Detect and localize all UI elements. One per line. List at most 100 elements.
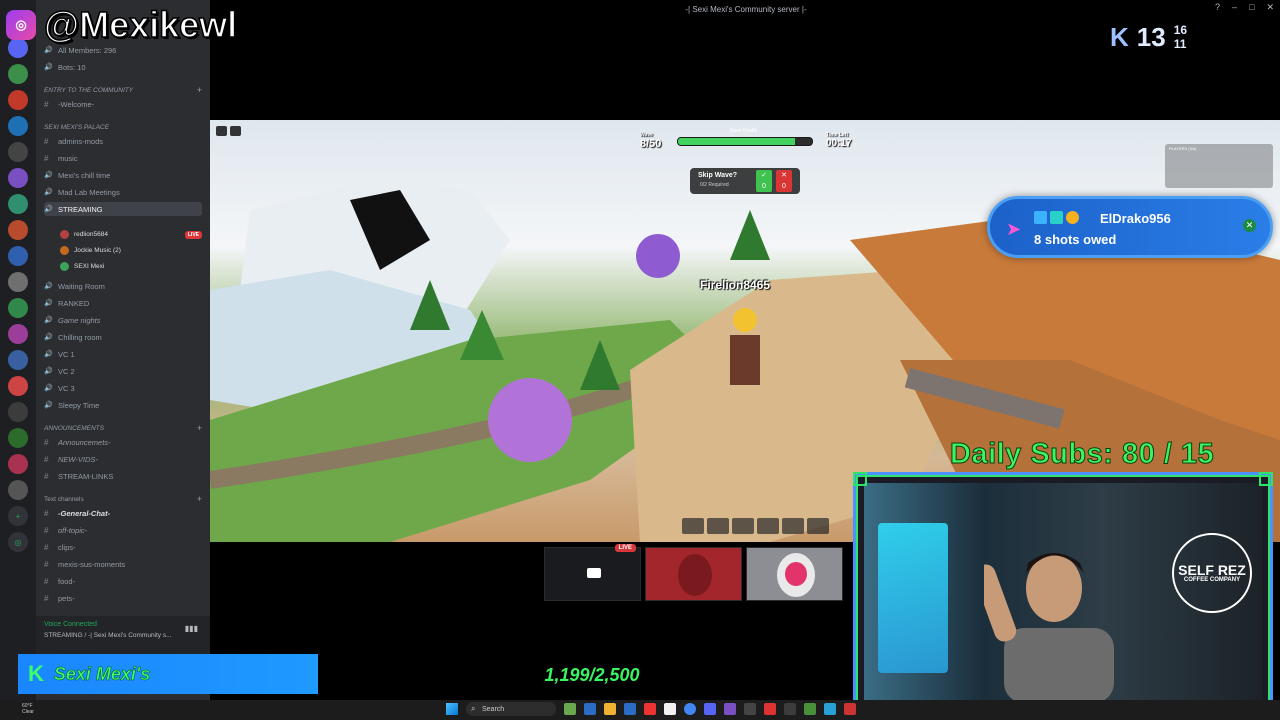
server-icon[interactable] xyxy=(8,38,28,58)
server-icon[interactable] xyxy=(8,480,28,500)
discord-icon[interactable] xyxy=(704,703,716,715)
taskbar-search[interactable]: ⌕ Search xyxy=(466,702,556,716)
server-icon[interactable] xyxy=(8,194,28,214)
server-icon[interactable] xyxy=(8,142,28,162)
server-icon[interactable] xyxy=(8,324,28,344)
server-icon[interactable] xyxy=(8,454,28,474)
voice-user-sexi[interactable]: SEXI Mexi xyxy=(60,260,202,273)
hotbar-slot[interactable] xyxy=(807,518,829,534)
channel-streamlinks[interactable]: # STREAM-LINKS xyxy=(44,469,202,483)
channel-gamenights[interactable]: 🔊 Game nights xyxy=(44,313,202,327)
voice-channel-name[interactable]: STREAMING / -| Sexi Mexi's Community s..… xyxy=(44,632,172,639)
server-icon[interactable] xyxy=(8,376,28,396)
server-icon[interactable] xyxy=(8,116,28,136)
file-explorer-icon[interactable] xyxy=(604,703,616,715)
close-icon[interactable]: ✕ xyxy=(1266,2,1274,13)
hotbar-slot[interactable] xyxy=(732,518,754,534)
add-channel-icon[interactable]: + xyxy=(197,85,202,95)
channel-sleepy[interactable]: 🔊 Sleepy Time xyxy=(44,398,202,412)
server-icon[interactable] xyxy=(8,246,28,266)
bot-count-label: Bots: 10 xyxy=(58,62,86,72)
app-icon[interactable] xyxy=(804,703,816,715)
maximize-icon[interactable]: □ xyxy=(1249,2,1254,13)
channel-ranked[interactable]: 🔊 RANKED xyxy=(44,296,202,310)
channel-madlab[interactable]: 🔊 Mad Lab Meetings xyxy=(44,185,202,199)
app-icon[interactable] xyxy=(624,703,636,715)
channel-chilling[interactable]: 🔊 Chilling room xyxy=(44,330,202,344)
channel-announcements[interactable]: # Announcemets- xyxy=(44,435,202,449)
channel-vc2[interactable]: 🔊 VC 2 xyxy=(44,364,202,378)
start-icon[interactable] xyxy=(446,703,458,715)
stream-tile[interactable]: LIVE xyxy=(544,544,641,601)
hotbar-slot[interactable] xyxy=(782,518,804,534)
app-icon[interactable] xyxy=(744,703,756,715)
channel-offtopic[interactable]: # off-topic- xyxy=(44,523,202,537)
server-icon[interactable] xyxy=(8,272,28,292)
channel-admins[interactable]: # admins-mods xyxy=(44,134,202,148)
channel-waiting[interactable]: 🔊 Waiting Room xyxy=(44,279,202,293)
channel-newvids[interactable]: # NEW-VIDS- xyxy=(44,452,202,466)
participant-tile[interactable] xyxy=(645,547,742,601)
channel-welcome[interactable]: # -Welcome- xyxy=(44,97,202,111)
server-icon[interactable] xyxy=(8,90,28,110)
roblox-menu-icon[interactable] xyxy=(216,126,227,136)
app-icon[interactable] xyxy=(784,703,796,715)
help-icon[interactable]: ? xyxy=(1215,2,1220,13)
weather-widget[interactable]: 60°F Clear xyxy=(22,703,34,715)
channel-music[interactable]: # music xyxy=(44,151,202,165)
skip-yes-button[interactable]: ✓ 0 xyxy=(756,170,772,192)
channel-clips[interactable]: # clips- xyxy=(44,540,202,554)
voice-user-redlion[interactable]: redlion5684 LIVE xyxy=(60,228,202,241)
chat-icon[interactable] xyxy=(230,126,241,136)
server-icon[interactable] xyxy=(8,64,28,84)
channel-chill[interactable]: 🔊 Mexi's chill time xyxy=(44,168,202,182)
category-text[interactable]: Text channels + xyxy=(44,493,202,505)
app-icon[interactable] xyxy=(844,703,856,715)
channel-general[interactable]: # -General-Chat- xyxy=(44,506,202,520)
app-icon[interactable] xyxy=(564,703,576,715)
add-channel-icon[interactable]: + xyxy=(197,494,202,504)
skip-no-button[interactable]: ✕ 0 xyxy=(776,170,792,192)
server-icon[interactable] xyxy=(8,402,28,422)
server-icon[interactable] xyxy=(8,350,28,370)
server-icon[interactable] xyxy=(8,428,28,448)
add-channel-icon[interactable]: + xyxy=(197,423,202,433)
stat-bottom-value: 11 xyxy=(1173,37,1187,51)
category-entry[interactable]: ENTRY TO THE COMMUNITY + xyxy=(44,84,202,96)
voice-status: Voice Connected xyxy=(44,621,97,628)
server-icon[interactable] xyxy=(8,168,28,188)
app-icon[interactable] xyxy=(664,703,676,715)
channel-pets[interactable]: # pets- xyxy=(44,591,202,605)
channel-vc1[interactable]: 🔊 VC 1 xyxy=(44,347,202,361)
hash-icon: # xyxy=(44,153,49,163)
stat-k-label: K xyxy=(1110,21,1129,52)
hotbar-slot[interactable] xyxy=(707,518,729,534)
hotbar-slot[interactable] xyxy=(682,518,704,534)
screen: -| Sexi Mexi's Community server |- ? – □… xyxy=(0,0,1280,720)
server-icon[interactable] xyxy=(8,220,28,240)
alert-close-icon[interactable]: ✕ xyxy=(1243,219,1256,232)
app-icon[interactable] xyxy=(824,703,836,715)
app-icon[interactable] xyxy=(724,703,736,715)
channel-streaming[interactable]: 🔊 STREAMING xyxy=(44,202,202,216)
app-icon[interactable] xyxy=(764,703,776,715)
channel-susmoments[interactable]: # mexis-sus-moments xyxy=(44,557,202,571)
channel-food[interactable]: # food- xyxy=(44,574,202,588)
category-announcements[interactable]: ANNOUNCEMENTS + xyxy=(44,422,202,434)
app-icon[interactable] xyxy=(584,703,596,715)
channel-vc3[interactable]: 🔊 VC 3 xyxy=(44,381,202,395)
app-icon[interactable] xyxy=(644,703,656,715)
participant-tile[interactable] xyxy=(746,547,843,601)
category-palace[interactable]: SEXI MEXI'S PALACE xyxy=(44,121,202,133)
voice-user-jockie[interactable]: Jockie Music (2) xyxy=(60,244,202,257)
signal-icon[interactable]: ▮▮▮ xyxy=(185,624,198,633)
volume-icon: 🔊 xyxy=(44,385,53,392)
minimize-icon[interactable]: – xyxy=(1232,2,1237,13)
volume-icon: 🔊 xyxy=(44,334,53,341)
chrome-icon[interactable] xyxy=(684,703,696,715)
add-server-icon[interactable]: + xyxy=(8,506,28,526)
discover-icon[interactable]: ◎ xyxy=(8,532,28,552)
server-icon[interactable] xyxy=(8,298,28,318)
player-avatar[interactable] xyxy=(730,335,760,385)
hotbar-slot[interactable] xyxy=(757,518,779,534)
